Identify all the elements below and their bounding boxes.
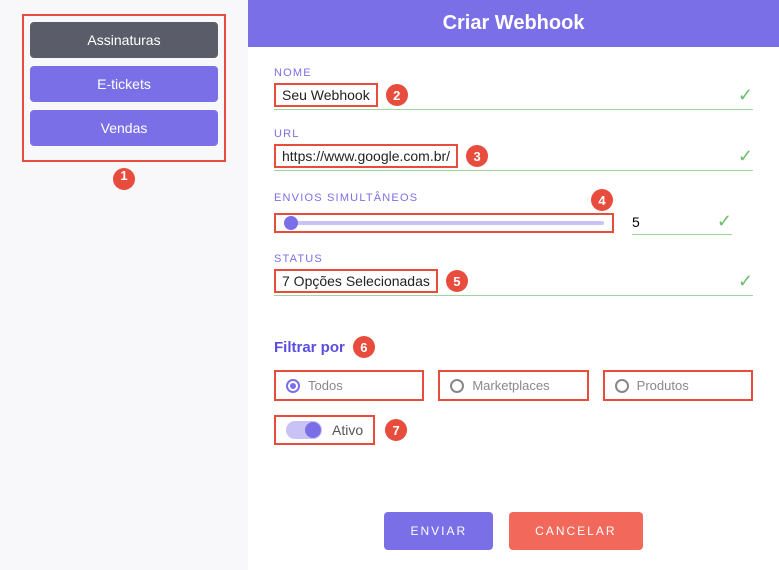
radio-todos[interactable]: Todos [274,370,424,401]
toggle-label: Ativo [332,422,363,438]
nome-label: NOME [274,67,753,79]
toggle-ativo[interactable]: Ativo [274,415,375,445]
check-icon: ✓ [738,146,753,167]
tab-etickets[interactable]: E-tickets [30,66,218,102]
radio-icon [450,379,464,393]
annotation-3: 3 [466,145,488,167]
status-select[interactable]: 7 Opções Selecionadas [274,269,438,293]
status-label: STATUS [274,253,753,265]
radio-marketplaces[interactable]: Marketplaces [438,370,588,401]
form-area: NOME Seu Webhook 2 ✓ URL https://www.goo… [248,47,779,492]
toggle-switch[interactable] [286,421,322,439]
check-icon: ✓ [717,211,732,232]
filter-radio-group: Todos Marketplaces Produtos [274,370,753,401]
radio-icon [286,379,300,393]
filter-heading: Filtrar por 6 [274,336,375,358]
envios-value-text: 5 [632,214,640,230]
envios-value[interactable]: 5 ✓ [632,211,732,235]
url-input[interactable]: https://www.google.com.br/ [274,144,458,168]
radio-produtos-label: Produtos [637,378,689,393]
field-nome: NOME Seu Webhook 2 ✓ [274,67,753,110]
field-envios: ENVIOS SIMULTÂNEOS 4 5 ✓ [274,189,753,235]
radio-todos-label: Todos [308,378,343,393]
annotation-7: 7 [385,419,407,441]
annotation-1: 1 [113,168,135,190]
slider-thumb[interactable] [284,216,298,230]
field-status: STATUS 7 Opções Selecionadas 5 ✓ [274,253,753,296]
tab-assinaturas[interactable]: Assinaturas [30,22,218,58]
url-label: URL [274,128,753,140]
filter-heading-text: Filtrar por [274,339,345,356]
main-panel: Criar Webhook NOME Seu Webhook 2 ✓ URL h… [248,0,779,570]
annotation-6: 6 [353,336,375,358]
radio-icon [615,379,629,393]
sidebar: Assinaturas E-tickets Vendas 1 [0,0,248,570]
sidebar-tab-group: Assinaturas E-tickets Vendas [22,14,226,162]
annotation-4: 4 [591,189,613,211]
cancel-button[interactable]: CANCELAR [509,512,642,550]
annotation-5: 5 [446,270,468,292]
nome-input[interactable]: Seu Webhook [274,83,378,107]
toggle-row: Ativo 7 [274,415,753,445]
footer-actions: ENVIAR CANCELAR [248,492,779,570]
radio-marketplaces-label: Marketplaces [472,378,549,393]
field-url: URL https://www.google.com.br/ 3 ✓ [274,128,753,171]
submit-button[interactable]: ENVIAR [384,512,493,550]
envios-slider[interactable] [274,213,614,233]
check-icon: ✓ [738,271,753,292]
annotation-2: 2 [386,84,408,106]
envios-label: ENVIOS SIMULTÂNEOS [274,192,418,204]
page-title: Criar Webhook [248,0,779,47]
tab-vendas[interactable]: Vendas [30,110,218,146]
radio-produtos[interactable]: Produtos [603,370,753,401]
check-icon: ✓ [738,85,753,106]
